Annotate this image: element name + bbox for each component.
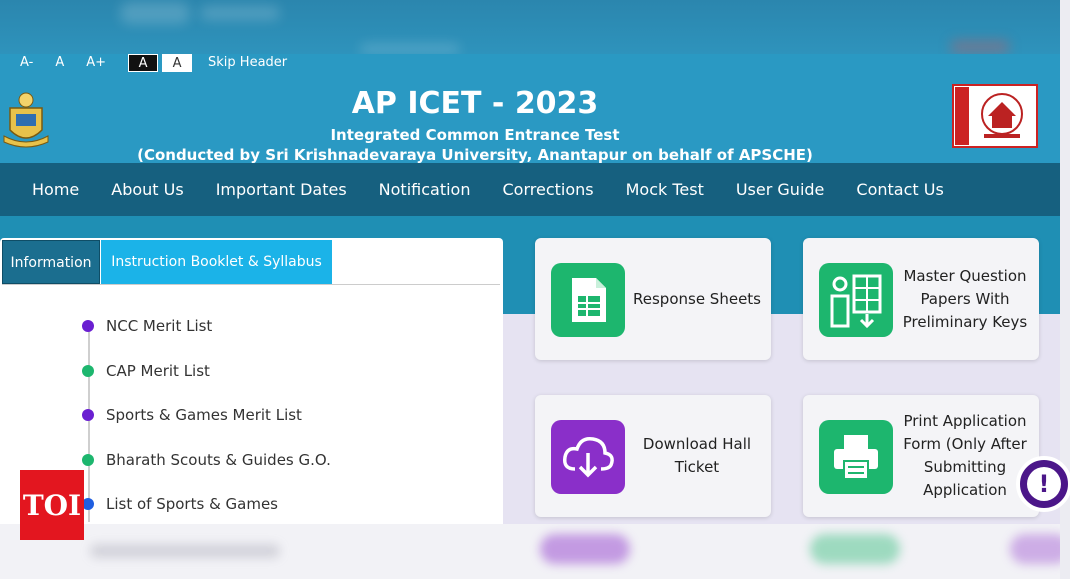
info-link-item[interactable]: Sports & Games Merit List xyxy=(82,405,302,425)
conducted-by-text: (Conducted by Sri Krishnadevaraya Univer… xyxy=(137,146,813,164)
master-question-papers-label: Master Question Papers With Preliminary … xyxy=(902,266,1028,331)
info-link-item[interactable]: Bharath Scouts & Guides G.O. xyxy=(82,450,331,470)
master-question-papers-card[interactable]: Master Question Papers With Preliminary … xyxy=(803,238,1039,360)
download-hall-ticket-card[interactable]: Download Hall Ticket xyxy=(535,395,771,517)
nav-mock-test[interactable]: Mock Test xyxy=(610,180,720,199)
nav-about-us[interactable]: About Us xyxy=(95,180,199,199)
tab-divider xyxy=(2,284,500,285)
print-application-card[interactable]: Print Application Form (Only After Submi… xyxy=(803,395,1039,517)
info-link-label: List of Sports & Games xyxy=(106,495,279,513)
nav-home[interactable]: Home xyxy=(16,180,95,199)
spreadsheet-icon xyxy=(551,263,625,337)
answer-key-icon xyxy=(819,263,893,337)
blurred-browser-strip xyxy=(0,0,1070,54)
bullet-dot-icon xyxy=(82,365,94,377)
font-normal-button[interactable]: A xyxy=(55,54,64,72)
font-decrease-button[interactable]: A- xyxy=(20,54,33,72)
page-title: AP ICET - 2023 xyxy=(351,86,599,121)
skip-header-link[interactable]: Skip Header xyxy=(208,54,287,72)
bullet-dot-icon xyxy=(82,454,94,466)
cloud-download-icon xyxy=(551,420,625,494)
nav-contact-us[interactable]: Contact Us xyxy=(840,180,959,199)
light-theme-button[interactable]: A xyxy=(162,54,193,72)
info-link-label: Sports & Games Merit List xyxy=(106,406,302,424)
apsche-logo-icon xyxy=(952,84,1038,148)
dark-theme-button[interactable]: A xyxy=(128,54,159,72)
nav-notification[interactable]: Notification xyxy=(363,180,487,199)
tab-instruction-booklet[interactable]: Instruction Booklet & Syllabus xyxy=(101,240,332,284)
nav-user-guide[interactable]: User Guide xyxy=(720,180,841,199)
bullet-dot-icon xyxy=(82,320,94,332)
info-link-label: CAP Merit List xyxy=(106,362,210,380)
info-link-item[interactable]: List of Sports & Games xyxy=(82,494,278,514)
toi-watermark-logo: TOI xyxy=(20,470,84,540)
printer-icon xyxy=(819,420,893,494)
info-link-item[interactable]: CAP Merit List xyxy=(82,361,210,381)
tab-information[interactable]: Information xyxy=(2,240,100,284)
info-link-label: Bharath Scouts & Guides G.O. xyxy=(106,451,331,469)
info-link-item[interactable]: NCC Merit List xyxy=(82,316,212,336)
main-nav: Home About Us Important Dates Notificati… xyxy=(0,163,1060,216)
font-increase-button[interactable]: A+ xyxy=(86,54,106,72)
help-button[interactable]: ! xyxy=(1016,456,1070,512)
print-application-label: Print Application Form (Only After Submi… xyxy=(903,412,1027,499)
blurred-bottom-strip xyxy=(0,524,1070,579)
bullet-dot-icon xyxy=(82,409,94,421)
nav-corrections[interactable]: Corrections xyxy=(486,180,609,199)
exclamation-icon: ! xyxy=(1027,467,1061,501)
info-link-label: NCC Merit List xyxy=(106,317,213,335)
nav-important-dates[interactable]: Important Dates xyxy=(200,180,363,199)
site-header: AP ICET - 2023 Integrated Common Entranc… xyxy=(0,72,1060,164)
page-subtitle: Integrated Common Entrance Test xyxy=(330,126,620,144)
accessibility-bar: A- A A+ A A Skip Header xyxy=(0,54,1060,72)
response-sheets-label: Response Sheets xyxy=(633,289,761,308)
response-sheets-card[interactable]: Response Sheets xyxy=(535,238,771,360)
download-hall-ticket-label: Download Hall Ticket xyxy=(642,435,752,476)
